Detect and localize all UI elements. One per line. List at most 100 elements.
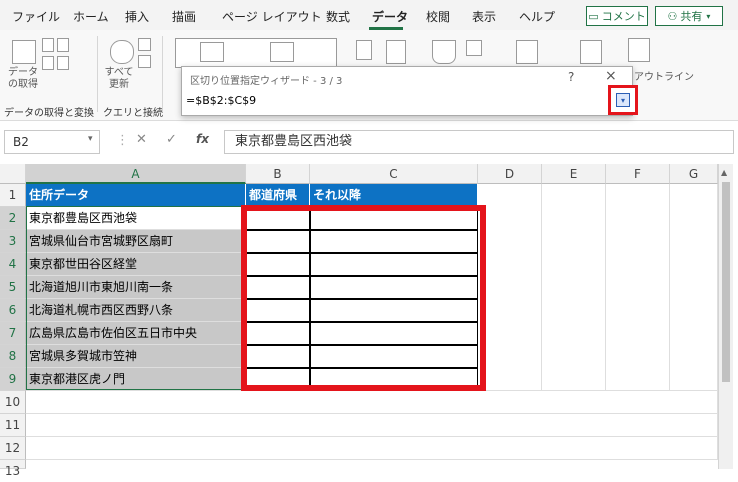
cell-c2[interactable] (310, 207, 478, 230)
column-header-g[interactable]: G (670, 164, 718, 184)
row-header[interactable]: 8 (0, 345, 26, 368)
comment-button[interactable]: ▭ コメント (586, 6, 648, 26)
geography-icon[interactable] (270, 42, 294, 62)
row-header[interactable]: 9 (0, 368, 26, 391)
remove-duplicates-icon[interactable] (516, 40, 538, 64)
vertical-scrollbar[interactable]: ▲ (718, 164, 733, 469)
text-file-icon[interactable] (42, 38, 54, 52)
cell-b8[interactable] (246, 345, 310, 368)
cell-c4[interactable] (310, 253, 478, 276)
cell-b1[interactable]: 都道府県 (246, 184, 310, 207)
table-icon[interactable] (42, 56, 54, 70)
cell-c3[interactable] (310, 230, 478, 253)
row-11-cells[interactable] (26, 414, 718, 437)
column-header-c[interactable]: C (310, 164, 478, 184)
cell-c6[interactable] (310, 299, 478, 322)
refresh-icon[interactable] (110, 40, 134, 64)
row-header[interactable]: 3 (0, 230, 26, 253)
column-header-f[interactable]: F (606, 164, 670, 184)
column-header-e[interactable]: E (542, 164, 606, 184)
tab-file[interactable]: ファイル (12, 8, 60, 25)
cell-range-f[interactable] (606, 184, 670, 391)
expand-dialog-button[interactable]: ▾ (608, 85, 638, 115)
row-header[interactable]: 1 (0, 184, 26, 207)
row-12-cells[interactable] (26, 437, 718, 460)
web-icon[interactable] (57, 38, 69, 52)
cell-a3[interactable]: 宮城県仙台市宮城野区扇町 (26, 230, 246, 253)
share-button[interactable]: ⚇ 共有 ▾ (655, 6, 723, 26)
row-header[interactable]: 4 (0, 253, 26, 276)
cell-b3[interactable] (246, 230, 310, 253)
cell-a2[interactable]: 東京都豊島区西池袋 (26, 207, 246, 230)
destination-range-input[interactable]: =$B$2:$C$9 (183, 92, 606, 110)
row-10-cells[interactable] (26, 391, 718, 414)
cancel-icon[interactable]: ✕ (136, 132, 147, 147)
cell-a7[interactable]: 広島県広島市佐伯区五日市中央 (26, 322, 246, 345)
cell-range-d[interactable] (478, 184, 542, 391)
tab-formulas[interactable]: 数式 (326, 8, 350, 25)
cell-a8[interactable]: 宮城県多賀城市笠神 (26, 345, 246, 368)
outline-icon[interactable] (628, 38, 650, 62)
row-header[interactable]: 6 (0, 299, 26, 322)
cell-c9[interactable] (310, 368, 478, 391)
scroll-up-icon[interactable]: ▲ (721, 168, 727, 177)
database-icon[interactable] (12, 40, 36, 64)
tab-view[interactable]: 表示 (472, 8, 496, 25)
cell-range-g[interactable] (670, 184, 718, 391)
recent-sources-icon[interactable] (57, 56, 69, 70)
tab-draw[interactable]: 描画 (172, 8, 196, 25)
confirm-icon[interactable]: ✓ (166, 132, 177, 147)
formula-input[interactable]: 東京都豊島区西池袋 (224, 130, 734, 154)
cell-c5[interactable] (310, 276, 478, 299)
stocks-icon[interactable] (200, 42, 224, 62)
get-data-button-label[interactable]: データの取得 (6, 67, 40, 91)
cell-b4[interactable] (246, 253, 310, 276)
cell-c7[interactable] (310, 322, 478, 345)
data-validation-icon[interactable] (580, 40, 602, 64)
row-header[interactable]: 10 (0, 391, 26, 414)
queries-icon[interactable] (138, 38, 151, 51)
cell-a4[interactable]: 東京都世田谷区経堂 (26, 253, 246, 276)
row-header[interactable]: 11 (0, 414, 26, 437)
chevron-down-icon[interactable]: ▾ (88, 134, 93, 144)
column-header-b[interactable]: B (246, 164, 310, 184)
insert-function-icon[interactable]: fx (196, 132, 209, 146)
cell-a1[interactable]: 住所データ (26, 184, 246, 207)
column-header-d[interactable]: D (478, 164, 542, 184)
row-header[interactable]: 12 (0, 437, 26, 460)
cell-b6[interactable] (246, 299, 310, 322)
filter-icon[interactable] (432, 40, 456, 64)
close-button[interactable]: × (605, 68, 617, 84)
cell-c1[interactable]: それ以降 (310, 184, 478, 207)
properties-icon[interactable] (138, 55, 151, 68)
outline-button-label[interactable]: アウトライン (634, 68, 694, 83)
clear-filter-icon[interactable] (466, 40, 482, 56)
cell-b2[interactable] (246, 207, 310, 230)
cell-b7[interactable] (246, 322, 310, 345)
refresh-all-button-label[interactable]: すべて更新 (102, 67, 136, 91)
tab-insert[interactable]: 挿入 (125, 8, 149, 25)
row-header[interactable]: 7 (0, 322, 26, 345)
row-header[interactable]: 2 (0, 207, 26, 230)
tab-review[interactable]: 校閲 (426, 8, 450, 25)
cell-c8[interactable] (310, 345, 478, 368)
row-header[interactable]: 13 (0, 460, 26, 478)
cell-a6[interactable]: 北海道札幌市西区西野八条 (26, 299, 246, 322)
cell-a9[interactable]: 東京都港区虎ノ門 (26, 368, 246, 391)
select-all-corner[interactable] (0, 164, 26, 184)
row-header[interactable]: 5 (0, 276, 26, 299)
scrollbar-thumb[interactable] (722, 182, 730, 382)
tab-help[interactable]: ヘルプ (519, 8, 555, 25)
tab-data[interactable]: データ (372, 8, 408, 25)
cell-range-e[interactable] (542, 184, 606, 391)
column-header-a[interactable]: A (26, 164, 246, 184)
sort-icon[interactable] (386, 40, 406, 64)
name-box[interactable]: B2 (4, 130, 100, 154)
cell-b5[interactable] (246, 276, 310, 299)
cell-a5[interactable]: 北海道旭川市東旭川南一条 (26, 276, 246, 299)
help-button[interactable]: ? (568, 70, 574, 84)
tab-home[interactable]: ホーム (73, 8, 109, 25)
sort-ascending-icon[interactable] (356, 40, 372, 60)
tab-page-layout[interactable]: ページ レイアウト (222, 8, 322, 25)
cell-b9[interactable] (246, 368, 310, 391)
